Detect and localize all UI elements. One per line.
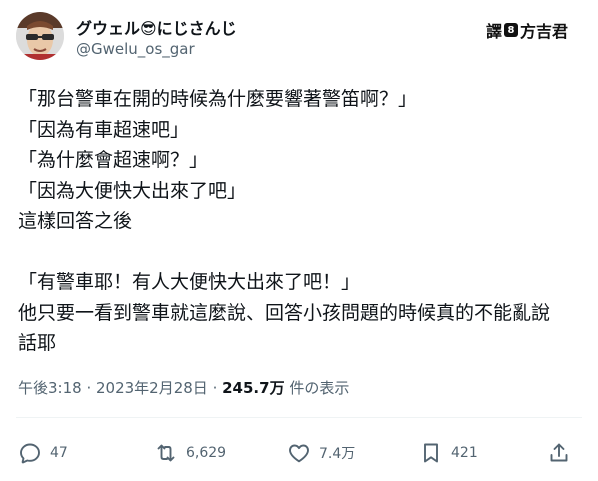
reply-icon	[20, 443, 40, 464]
tweet-line: 「有警車耶！有人大便快大出來了吧！」	[18, 271, 361, 293]
like-button[interactable]: 7.4万	[287, 436, 355, 470]
tweet-time[interactable]: 午後3:18	[18, 379, 82, 397]
bookmark-icon	[424, 443, 438, 463]
reply-button[interactable]: 47	[18, 436, 68, 470]
view-count[interactable]: 245.7万	[222, 379, 284, 397]
avatar[interactable]	[16, 12, 64, 60]
watermark-name: 方吉君	[519, 22, 568, 41]
meta-separator: ·	[81, 379, 96, 397]
avatar-image	[16, 12, 64, 60]
translator-watermark: 譯 8 方吉君	[486, 17, 568, 43]
tweet-line: 「因為有車超速吧」	[18, 118, 190, 141]
share-icon	[550, 443, 568, 462]
tweet-line: 「為什麼會超速啊？」	[18, 149, 209, 171]
watermark-prefix: 譯	[485, 22, 502, 41]
watermark-badge: 8	[503, 23, 518, 37]
bookmark-count: 421	[451, 445, 478, 461]
tweet-line: 話耶	[18, 332, 57, 354]
like-count: 7.4万	[319, 446, 356, 462]
tweet-line: 這樣回答之後	[18, 210, 133, 232]
user-handle[interactable]: @Gwelu_os_gar	[76, 40, 195, 58]
tweet-header: グウェル😎にじさんじ @Gwelu_os_gar 譯 8 方吉君	[16, 12, 582, 62]
action-bar: 47 6,629 7.4万 421	[18, 436, 580, 470]
tweet-text: 「那台警車在開的時候為什麼要響著警笛啊？」 「因為有車超速吧」 「為什麼會超速啊…	[18, 84, 584, 359]
retweet-button[interactable]: 6,629	[154, 436, 226, 470]
heart-icon	[289, 444, 309, 463]
retweet-icon	[157, 444, 175, 462]
tweet-line: 「那台警車在開的時候為什麼要響著警笛啊？」	[18, 88, 418, 110]
reply-count: 47	[50, 445, 68, 461]
meta-separator: ·	[207, 379, 223, 397]
display-name[interactable]: グウェル😎にじさんじ	[76, 15, 237, 39]
bookmark-button[interactable]: 421	[419, 436, 478, 470]
share-button[interactable]	[547, 436, 571, 470]
tweet-line: 「因為大便快大出來了吧」	[18, 179, 247, 202]
divider	[16, 417, 582, 418]
retweet-count: 6,629	[186, 445, 227, 461]
view-count-label: 件の表示	[284, 379, 350, 397]
tweet-meta: 午後3:18 · 2023年2月28日 · 245.7万 件の表示	[18, 377, 349, 398]
tweet-line: 他只要一看到警車就這麼說、回答小孩問題的時候真的不能亂說	[18, 301, 551, 324]
tweet-date[interactable]: 2023年2月28日	[96, 379, 208, 397]
